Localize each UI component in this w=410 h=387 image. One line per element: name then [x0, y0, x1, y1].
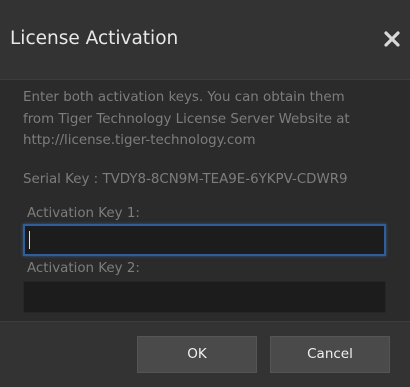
instructions-text: Enter both activation keys. You can obta… — [23, 87, 403, 152]
dialog-body: Enter both activation keys. You can obta… — [0, 81, 410, 321]
ok-button[interactable]: OK — [137, 336, 257, 373]
activation-key-2-label: Activation Key 2: — [27, 261, 140, 276]
dialog-header: License Activation — [0, 0, 410, 80]
activation-key-1-label: Activation Key 1: — [27, 206, 140, 221]
instructions-line: Enter both activation keys. You can obta… — [23, 90, 345, 105]
cancel-button[interactable]: Cancel — [270, 336, 390, 373]
close-button[interactable] — [383, 30, 401, 48]
activation-key-2-input[interactable] — [23, 281, 386, 313]
activation-key-1-input[interactable] — [23, 224, 386, 256]
serial-key-text: Serial Key : TVDY8-8CN9M-TEA9E-6YKPV-CDW… — [23, 172, 348, 187]
dialog-title: License Activation — [10, 28, 179, 49]
dialog-footer: OK Cancel — [0, 321, 410, 387]
close-icon — [384, 31, 400, 47]
instructions-line: from Tiger Technology License Server Web… — [23, 111, 350, 127]
text-caret — [29, 231, 30, 249]
license-activation-dialog: License Activation Enter both activation… — [0, 0, 410, 387]
license-server-url: http://license.tiger-technology.com — [23, 133, 256, 148]
